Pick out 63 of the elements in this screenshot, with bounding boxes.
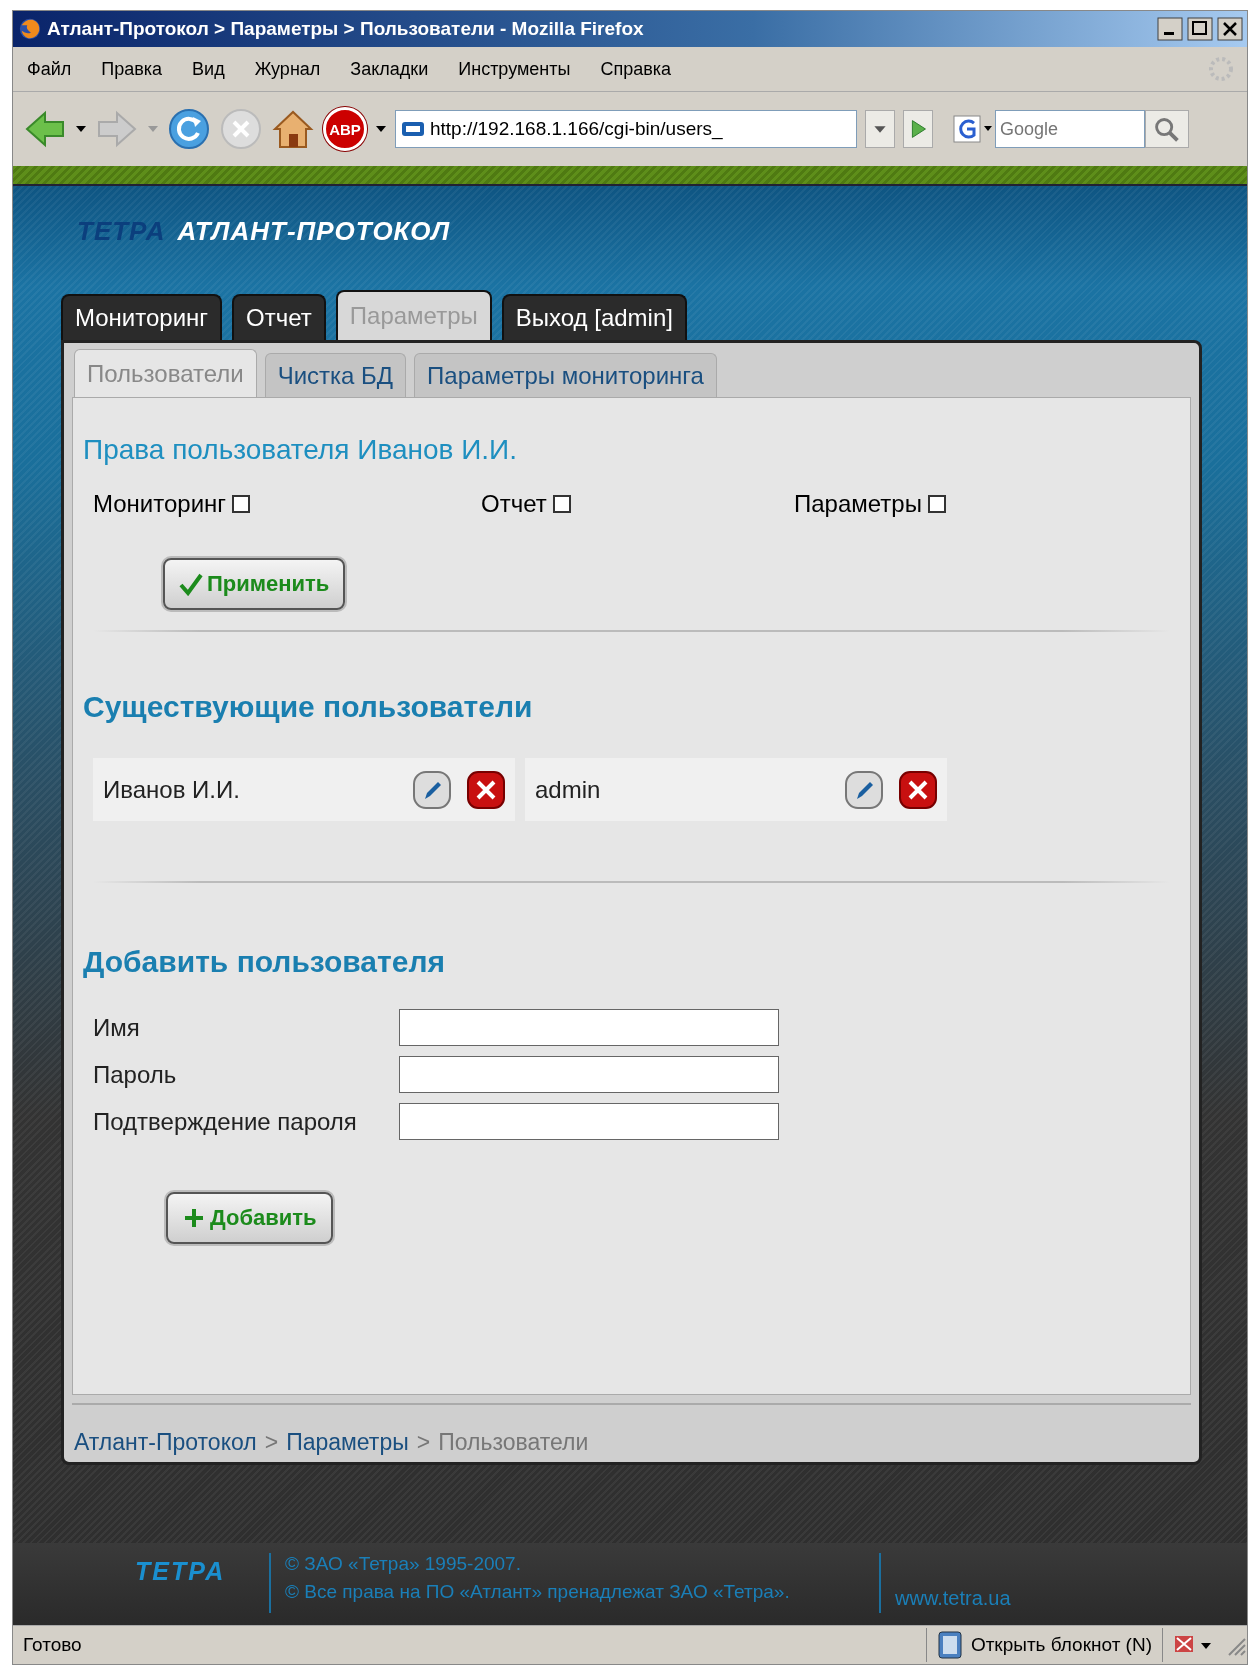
- notepad-button[interactable]: Открыть блокнот (N): [970, 1634, 1152, 1656]
- nav-tab[interactable]: Мониторинг: [61, 294, 223, 340]
- delete-icon[interactable]: [467, 770, 505, 809]
- user-name: Иванов И.И.: [103, 775, 241, 804]
- checkbox[interactable]: [232, 495, 251, 513]
- field-label: Пароль: [93, 1060, 178, 1089]
- field-label: Имя: [93, 1013, 141, 1042]
- checkbox-label: Параметры: [794, 490, 922, 518]
- breadcrumb-link[interactable]: Атлант-Протокол: [74, 1429, 257, 1456]
- checkbox[interactable]: [927, 495, 946, 513]
- sub-tab[interactable]: Параметры мониторинга: [414, 353, 717, 397]
- section-title: Существующие пользователи: [83, 690, 534, 724]
- footer-logo: ТЕТРА: [135, 1556, 227, 1586]
- input-field[interactable]: [399, 1056, 779, 1093]
- checkbox-label: Мониторинг: [93, 490, 227, 518]
- checkbox-label: Отчет: [481, 490, 547, 518]
- nav-tab[interactable]: Отчет: [232, 294, 326, 340]
- status-text: Готово: [22, 1634, 83, 1656]
- edit-pencil-icon[interactable]: [413, 770, 451, 809]
- edit-pencil-icon[interactable]: [845, 770, 883, 809]
- menu-item[interactable]: Вид: [192, 58, 225, 80]
- menu-item[interactable]: Закладки: [350, 58, 429, 80]
- nav-tab[interactable]: Выход [admin]: [501, 294, 687, 340]
- site-icon: [402, 122, 424, 136]
- breadcrumb-link[interactable]: Параметры: [286, 1429, 409, 1456]
- search-icon[interactable]: [1145, 110, 1189, 148]
- user-name: admin: [535, 775, 602, 804]
- breadcrumb-separator: >: [416, 1429, 431, 1456]
- go-icon[interactable]: [903, 110, 933, 148]
- copyright-text: © ЗАО «Тетра» 1995-2007.: [285, 1553, 522, 1575]
- browser-logo-icon: [17, 17, 43, 41]
- adblock-button[interactable]: ABP: [323, 107, 367, 151]
- menu-item[interactable]: Правка: [101, 58, 163, 80]
- sub-tab[interactable]: Чистка БД: [264, 353, 407, 397]
- check-icon: [179, 572, 203, 596]
- breadcrumb-separator: >: [264, 1429, 279, 1456]
- caret-icon[interactable]: [375, 124, 387, 134]
- menu-item[interactable]: Инструменты: [458, 58, 571, 80]
- menu-item[interactable]: Файл: [27, 58, 72, 80]
- reload-icon[interactable]: [167, 107, 211, 151]
- notepad-icon[interactable]: [936, 1630, 963, 1660]
- minimize-icon[interactable]: [1157, 17, 1183, 41]
- dropdown-icon[interactable]: [865, 110, 895, 148]
- copyright-text: © Все права на ПО «Атлант» пренадлежат ЗАО «Тетра».: [285, 1581, 791, 1603]
- close-icon[interactable]: [1217, 17, 1243, 41]
- throbber-icon: [1207, 55, 1235, 83]
- delete-icon[interactable]: [899, 770, 937, 809]
- breadcrumb-current: Пользователи: [438, 1429, 589, 1456]
- window-title: Атлант-Протокол > Параметры > Пользователи - Mozilla Firefox: [47, 18, 645, 40]
- menu-item[interactable]: Справка: [600, 58, 672, 80]
- maximize-icon[interactable]: [1187, 17, 1213, 41]
- address-field[interactable]: http://192.168.1.166/cgi-bin/users_: [395, 110, 857, 148]
- section-title: Добавить пользователя: [83, 945, 446, 979]
- section-title: Права пользователя Иванов И.И.: [83, 434, 519, 466]
- field-label: Подтверждение пароля: [93, 1107, 358, 1136]
- input-field[interactable]: [399, 1103, 779, 1140]
- checkbox[interactable]: [552, 495, 571, 513]
- product-name: АТЛАНТ-ПРОТОКОЛ: [177, 216, 450, 248]
- input-field[interactable]: [399, 1009, 779, 1046]
- plus-icon: [182, 1206, 206, 1230]
- search-field[interactable]: Google: [995, 110, 1145, 148]
- menu-item[interactable]: Журнал: [254, 58, 321, 80]
- caret-icon[interactable]: [75, 124, 87, 134]
